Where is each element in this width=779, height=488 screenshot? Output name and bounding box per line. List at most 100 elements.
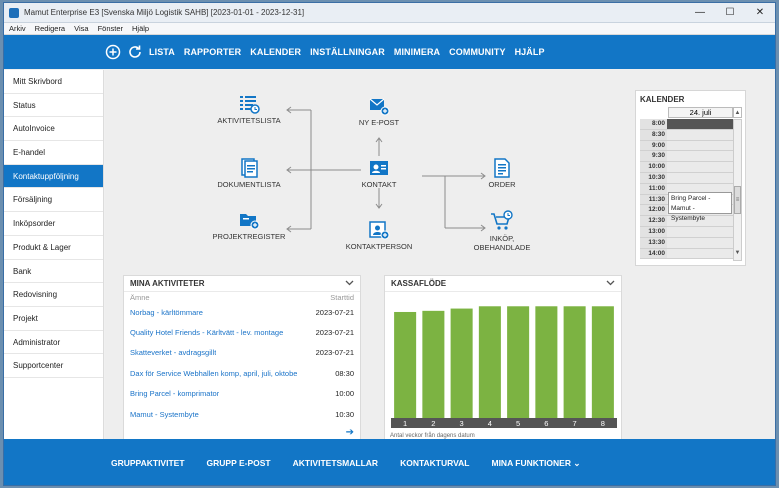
calendar-slot-cell[interactable] [667, 151, 733, 162]
sidebar-item-inkopsorder[interactable]: Inköpsorder [4, 212, 103, 236]
calendar-slot-cell[interactable] [667, 119, 733, 129]
sidebar-item-mitt-skrivbord[interactable]: Mitt Skrivbord [4, 70, 103, 94]
sidebar-item-e-handel[interactable]: E-handel [4, 141, 103, 165]
col-start[interactable]: Starttid [330, 293, 354, 302]
activities-collapse-chevron-icon[interactable] [345, 279, 354, 288]
activity-subject[interactable]: Mamut - Systembyte [130, 410, 199, 419]
menu-redigera[interactable]: Redigera [35, 24, 65, 33]
main-content: AKTIVITETSLISTA DOKUMENTLISTA PROJEKTREG… [105, 70, 775, 443]
calendar-slot-cell[interactable] [667, 237, 733, 248]
cashflow-collapse-chevron-icon[interactable] [606, 279, 615, 288]
flow-label-new-email: NY E-POST [358, 118, 400, 127]
nav-hjalp[interactable]: HJÄLP [515, 47, 545, 57]
calendar-slot[interactable]: 9:00 [640, 140, 733, 152]
activity-subject[interactable]: Quality Hotel Friends - Kärltvätt - lev.… [130, 328, 283, 337]
activity-templates-button[interactable]: AKTIVITETSMALLAR [293, 458, 378, 468]
sidebar-item-kontaktuppfoljning[interactable]: Kontaktuppföljning [4, 164, 103, 189]
sidebar-item-forsaljning[interactable]: Försäljning [4, 188, 103, 213]
close-button[interactable]: ✕ [745, 3, 775, 23]
menu-arkiv[interactable]: Arkiv [9, 24, 26, 33]
nav-community[interactable]: COMMUNITY [449, 47, 505, 57]
flow-order[interactable]: ORDER [477, 158, 527, 189]
activity-subject[interactable]: Norbag - kärltömmare [130, 308, 203, 317]
flow-label-purchase-1: INKÖP, [489, 234, 515, 243]
activity-subject[interactable]: Skatteverket - avdragsgillt [130, 348, 216, 357]
sidebar-item-status[interactable]: Status [4, 94, 103, 118]
calendar-slot[interactable]: 8:00 [640, 119, 733, 130]
calendar-scroll-down-icon[interactable]: ▼ [734, 250, 741, 260]
sidebar-item-produkt-lager[interactable]: Produkt & Lager [4, 236, 103, 260]
nav-rapporter[interactable]: RAPPORTER [184, 47, 241, 57]
contact-selection-button[interactable]: KONTAKTURVAL [400, 458, 469, 468]
calendar-scrollbar[interactable]: ≡ ▼ [733, 119, 742, 261]
calendar-slot[interactable]: 10:30 [640, 172, 733, 184]
chart-bar[interactable] [563, 306, 586, 418]
activity-row[interactable]: Mamut - Systembyte 10:30 [124, 404, 360, 424]
chart-bar[interactable] [535, 306, 558, 418]
flow-project-register[interactable]: PROJEKTREGISTER [205, 210, 293, 241]
calendar-slot-time: 9:00 [640, 140, 667, 151]
activity-row[interactable]: Dax för Service Webhallen komp, april, j… [124, 363, 360, 383]
nav-lista[interactable]: LISTA [149, 47, 175, 57]
flow-activity-list[interactable]: AKTIVITETSLISTA [209, 94, 289, 125]
activity-row[interactable]: Quality Hotel Friends - Kärltvätt - lev.… [124, 322, 360, 342]
calendar-event[interactable]: Bring Parcel - Mamut - Systembyte [668, 192, 732, 222]
menu-fonster[interactable]: Fönster [98, 24, 123, 33]
chart-bar[interactable] [450, 308, 473, 418]
flow-purchase-unprocessed[interactable]: INKÖP, OBEHANDLADE [465, 210, 539, 252]
flow-contact-person[interactable]: KONTAKTPERSON [341, 220, 417, 251]
calendar-scroll-thumb[interactable]: ≡ [734, 186, 741, 214]
refresh-icon[interactable] [127, 44, 143, 60]
sidebar-item-redovisning[interactable]: Redovisning [4, 283, 103, 307]
activity-row[interactable]: Bring Parcel - komprimator 10:00 [124, 384, 360, 404]
chart-bar[interactable] [478, 306, 501, 418]
flow-new-email[interactable]: NY E-POST [349, 96, 409, 127]
calendar-date[interactable]: 24. juli [668, 107, 733, 118]
sidebar-item-autoinvoice[interactable]: AutoInvoice [4, 117, 103, 142]
calendar-slot[interactable]: 13:30 [640, 237, 733, 249]
activities-more-arrow-icon[interactable]: ➔ [346, 427, 354, 438]
chart-bar[interactable] [422, 310, 445, 418]
chart-bar[interactable] [507, 306, 530, 418]
calendar-slot-cell[interactable] [667, 172, 733, 183]
activity-start: 2023-07-21 [315, 348, 354, 358]
calendar-slot-time: 13:00 [640, 226, 667, 237]
calendar-slot[interactable]: 8:30 [640, 129, 733, 141]
group-activity-button[interactable]: GRUPPAKTIVITET [111, 458, 185, 468]
calendar-slot-cell[interactable] [667, 248, 733, 259]
sidebar-item-administrator[interactable]: Administrator [4, 331, 103, 355]
group-email-button[interactable]: GRUPP E-POST [207, 458, 271, 468]
col-subject[interactable]: Ämne [130, 293, 150, 302]
nav-minimera[interactable]: MINIMERA [394, 47, 440, 57]
calendar-slot[interactable]: 9:30 [640, 151, 733, 163]
calendar-slot[interactable]: 14:00 [640, 248, 733, 260]
calendar-slot[interactable]: 13:00 [640, 226, 733, 238]
nav-kalender[interactable]: KALENDER [250, 47, 301, 57]
activity-subject[interactable]: Bring Parcel - komprimator [130, 389, 219, 398]
chart-bar[interactable] [591, 306, 614, 418]
maximize-button[interactable]: ☐ [715, 3, 745, 23]
calendar-slot-cell[interactable] [667, 162, 733, 172]
calendar-slot-cell[interactable] [667, 140, 733, 151]
calendar-slot-time: 12:00 [640, 205, 667, 216]
nav-installningar[interactable]: INSTÄLLNINGAR [310, 47, 385, 57]
plus-circle-icon[interactable] [105, 44, 121, 60]
calendar-scroll-up-icon[interactable]: ▲ [733, 107, 742, 118]
sidebar-item-supportcenter[interactable]: Supportcenter [4, 354, 103, 378]
activity-row[interactable]: Skatteverket - avdragsgillt 2023-07-21 [124, 343, 360, 363]
activity-subject[interactable]: Dax för Service Webhallen komp, april, j… [130, 369, 297, 378]
flow-contact[interactable]: KONTAKT [349, 158, 409, 189]
menu-hjalp[interactable]: Hjälp [132, 24, 149, 33]
calendar-slot-cell[interactable] [667, 226, 733, 237]
sidebar-item-projekt[interactable]: Projekt [4, 307, 103, 331]
calendar-slot-cell[interactable] [667, 129, 733, 140]
activity-row[interactable]: Norbag - kärltömmare 2023-07-21 [124, 302, 360, 322]
my-functions-menu[interactable]: MINA FUNKTIONER ⌄ [491, 458, 580, 469]
sidebar-item-bank[interactable]: Bank [4, 260, 103, 284]
calendar-slot[interactable]: 10:00 [640, 162, 733, 173]
flow-document-list[interactable]: DOKUMENTLISTA [209, 158, 289, 189]
minimize-button[interactable]: — [685, 3, 715, 23]
menu-visa[interactable]: Visa [74, 24, 88, 33]
chart-bar[interactable] [394, 311, 417, 418]
email-icon [369, 98, 390, 116]
